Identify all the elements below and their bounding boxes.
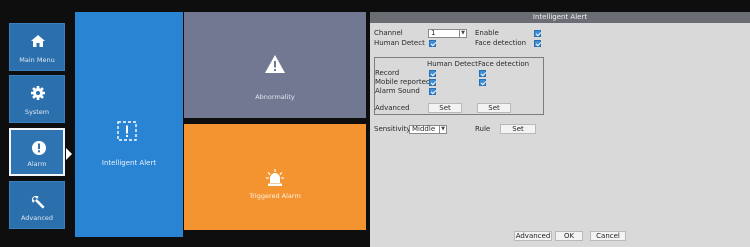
- enable-label: Enable: [475, 29, 499, 37]
- alarm-sound-label: Alarm Sound: [375, 87, 420, 95]
- human-detect-label: Human Detect: [374, 39, 425, 47]
- footer-advanced-button[interactable]: Advanced: [514, 231, 552, 241]
- channel-select-value: 1: [431, 29, 436, 37]
- column-header-face-detection: Face detection: [478, 60, 530, 68]
- record-human-checkbox[interactable]: [429, 70, 436, 77]
- advanced-face-set-button[interactable]: Set: [477, 103, 511, 113]
- sidebar-item-main-menu[interactable]: Main Menu: [9, 23, 65, 71]
- sidebar-item-alarm[interactable]: Alarm: [9, 128, 65, 176]
- abnormality-label: Abnormality: [255, 93, 295, 101]
- face-detection-label: Face detection: [475, 39, 527, 47]
- sidebar-item-label: System: [24, 108, 50, 116]
- record-face-checkbox[interactable]: [479, 70, 486, 77]
- triggered-alarm-tile[interactable]: Triggered Alarm: [184, 124, 366, 230]
- alert-circle-icon: [32, 141, 46, 155]
- chevron-down-icon: ▼: [439, 126, 446, 133]
- ok-button[interactable]: OK: [555, 231, 583, 241]
- cancel-button[interactable]: Cancel: [590, 231, 626, 241]
- app-root: Main Menu System Alarm Advanced Intellig…: [0, 0, 750, 247]
- channel-select[interactable]: 1 ▼: [428, 29, 467, 38]
- siren-icon: [266, 169, 284, 186]
- alarm-sound-human-checkbox[interactable]: [429, 88, 436, 95]
- home-icon: [31, 35, 45, 47]
- mobile-reported-face-checkbox[interactable]: [479, 79, 486, 86]
- channel-label: Channel: [374, 29, 403, 37]
- sidebar-item-label: Advanced: [20, 214, 54, 222]
- rule-label: Rule: [475, 125, 491, 133]
- advanced-human-set-button[interactable]: Set: [428, 103, 462, 113]
- intelligent-alert-icon: [117, 121, 137, 141]
- sidebar-item-system[interactable]: System: [9, 75, 65, 123]
- sidebar-item-label: Main Menu: [19, 56, 55, 64]
- linkage-box: Human Detect Face detection Record Mobil…: [374, 57, 544, 115]
- sensitivity-select[interactable]: Middle ▼: [409, 125, 447, 134]
- rule-set-button[interactable]: Set: [500, 124, 536, 134]
- enable-checkbox[interactable]: [534, 30, 541, 37]
- intelligent-alert-label: Intelligent Alert: [101, 159, 157, 167]
- mobile-reported-label: Mobile reported: [375, 78, 431, 86]
- record-label: Record: [375, 69, 400, 77]
- sidebar-item-advanced[interactable]: Advanced: [9, 181, 65, 229]
- triggered-alarm-label: Triggered Alarm: [249, 192, 301, 200]
- column-header-human-detect: Human Detect: [427, 60, 478, 68]
- human-detect-checkbox[interactable]: [429, 40, 436, 47]
- advanced-row-label: Advanced: [375, 104, 410, 112]
- face-detection-checkbox[interactable]: [534, 40, 541, 47]
- intelligent-alert-dialog: Intelligent Alert Channel 1 ▼ Enable Hum…: [370, 12, 750, 247]
- abnormality-tile[interactable]: Abnormality: [184, 12, 366, 118]
- sidebar-item-label: Alarm: [27, 160, 47, 168]
- sensitivity-select-value: Middle: [412, 125, 436, 133]
- sensitivity-label: Sensitivity: [374, 125, 411, 133]
- gear-icon: [31, 86, 45, 100]
- warning-triangle-icon: [265, 55, 285, 73]
- dialog-title: Intelligent Alert: [370, 12, 750, 23]
- chevron-down-icon: ▼: [459, 30, 466, 37]
- wrench-icon: [31, 195, 45, 209]
- mobile-reported-human-checkbox[interactable]: [429, 79, 436, 86]
- active-indicator-arrow: [66, 148, 72, 160]
- intelligent-alert-tile[interactable]: Intelligent Alert: [75, 12, 183, 237]
